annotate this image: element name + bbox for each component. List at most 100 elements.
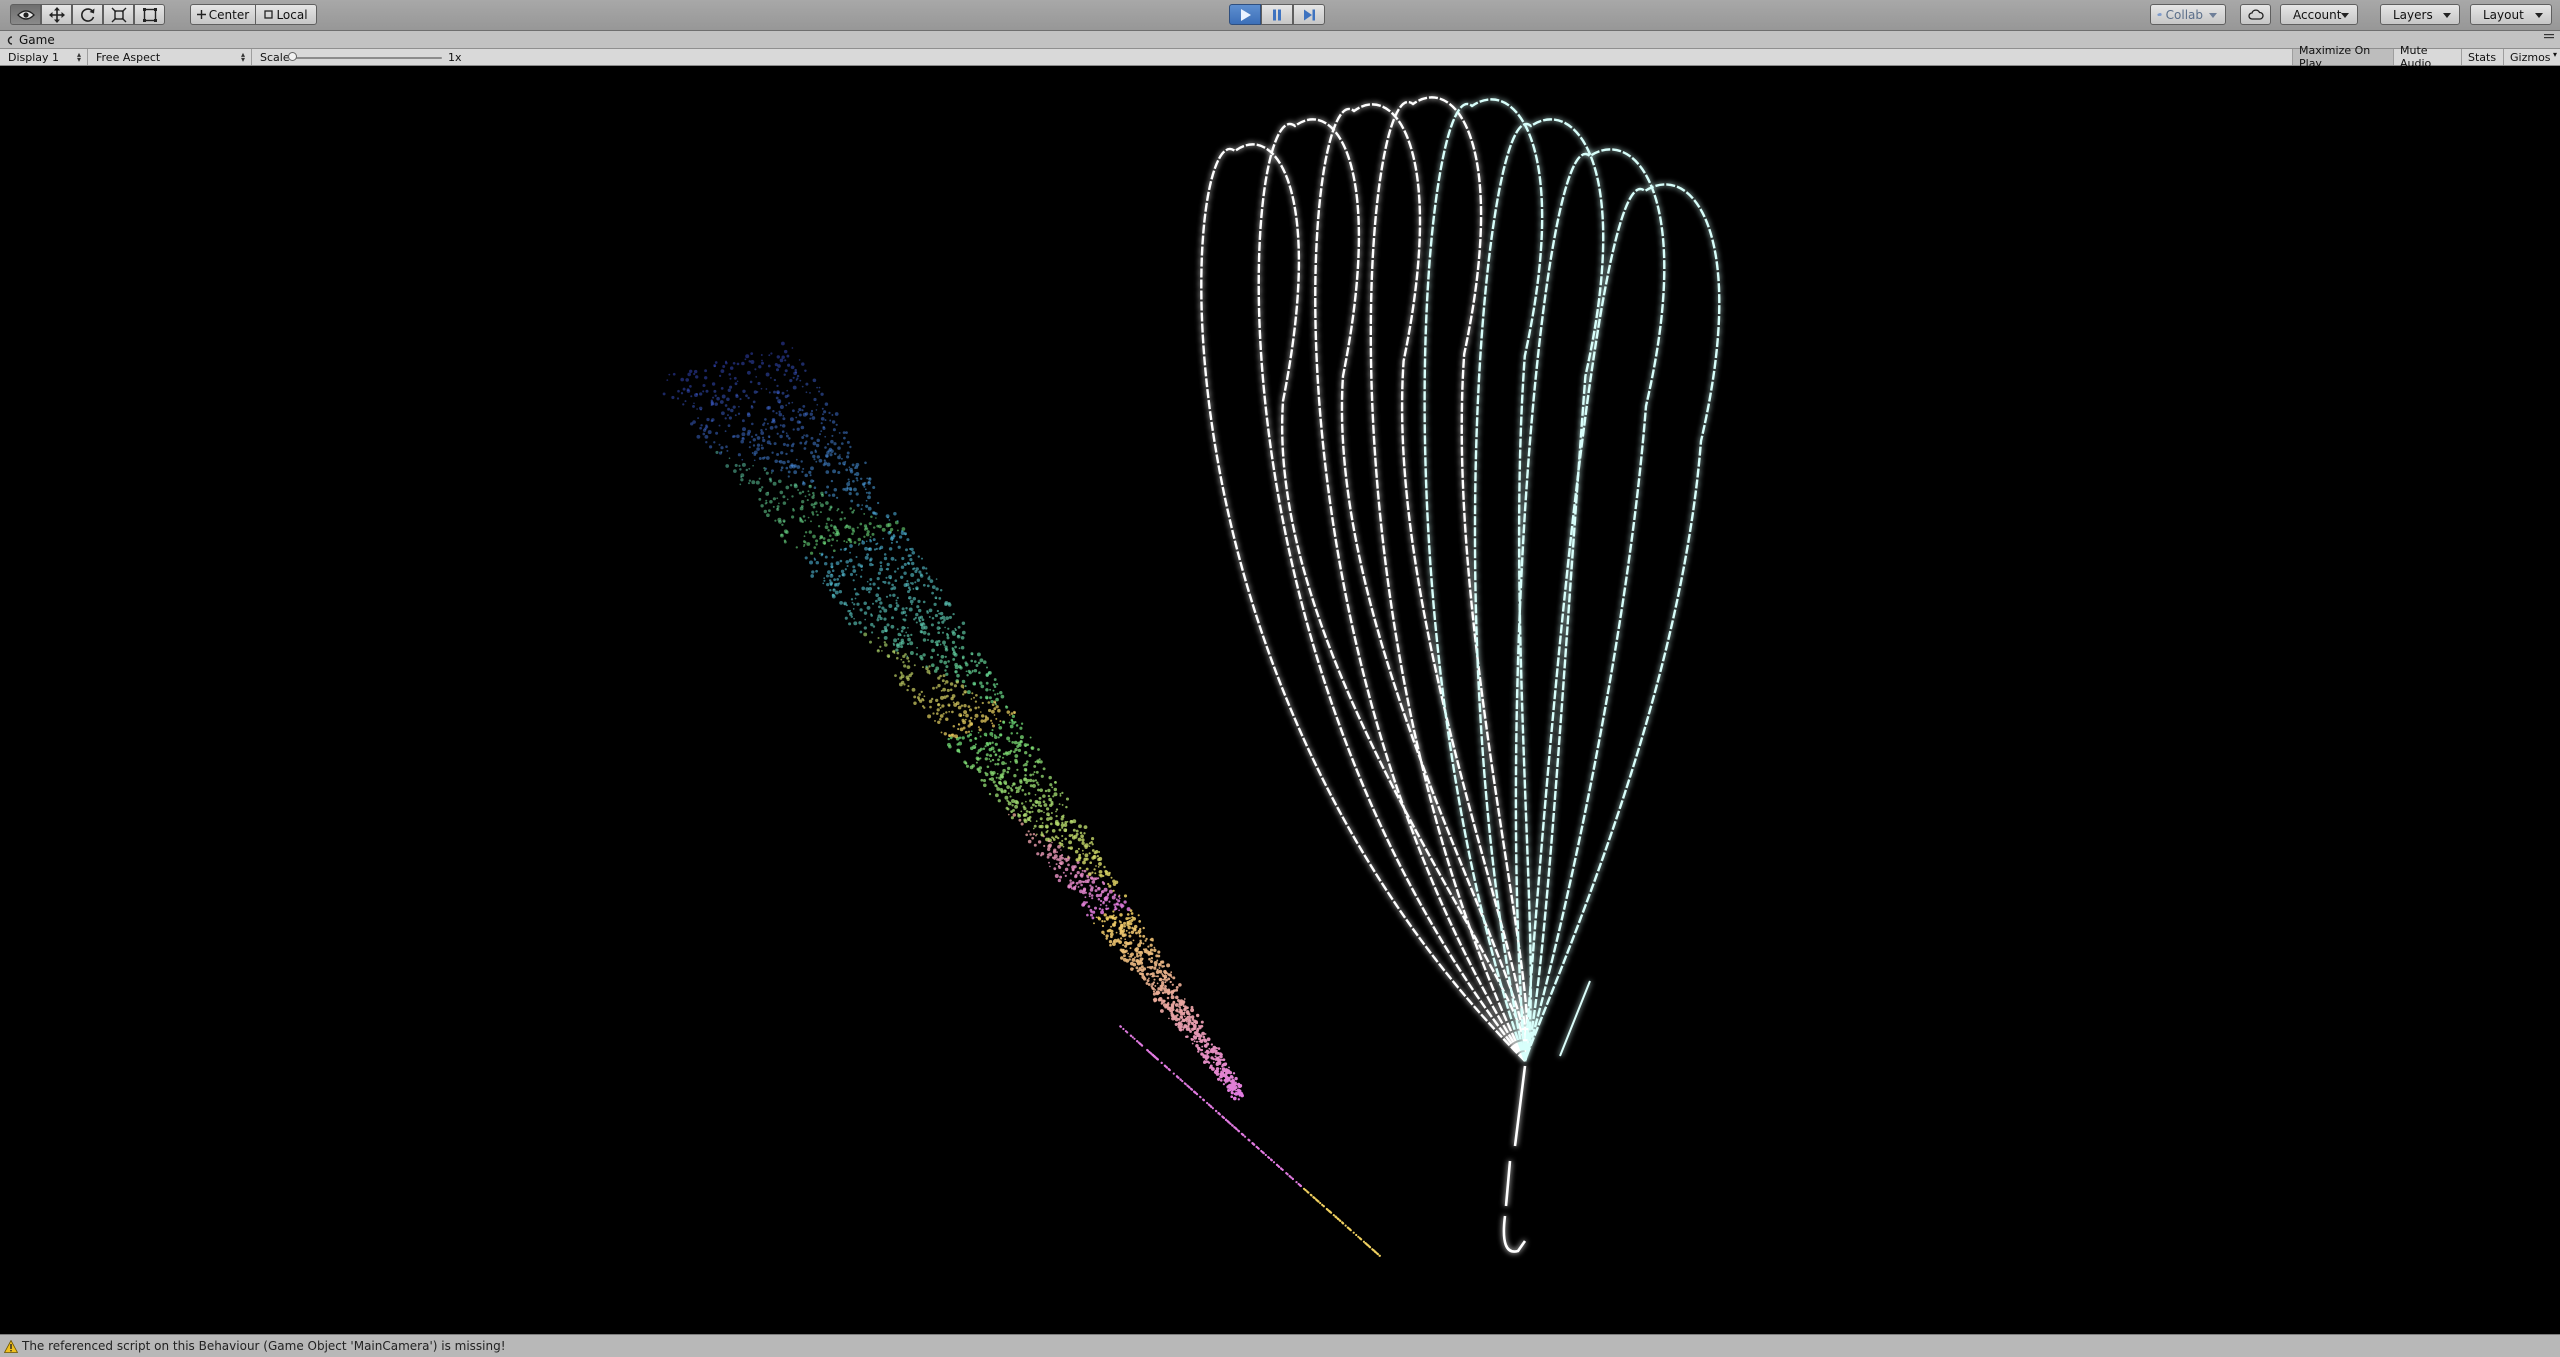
fan-particle	[823, 461, 828, 465]
scale-tool-button[interactable]	[103, 4, 134, 25]
game-viewport[interactable]	[0, 66, 2560, 1334]
cloud-button[interactable]	[2240, 4, 2271, 25]
fan-particle	[994, 735, 998, 740]
fan-particle	[970, 730, 973, 733]
fan-particle	[1120, 948, 1125, 953]
fan-particle	[852, 569, 857, 573]
gizmos-dropdown[interactable]: Gizmos ▾	[2503, 49, 2560, 65]
fan-particle	[769, 479, 773, 483]
fan-particle	[833, 442, 837, 446]
fan-particle	[1097, 897, 1101, 901]
fan-particle	[780, 451, 784, 455]
fan-particle	[1061, 815, 1064, 818]
move-tool-button[interactable]	[41, 4, 72, 25]
fan-particle	[1013, 750, 1016, 754]
pivot-center-button[interactable]: Center	[190, 4, 256, 25]
fan-particle	[825, 470, 830, 474]
fan-particle	[956, 748, 961, 753]
fan-particle	[895, 602, 898, 605]
play-button[interactable]	[1229, 4, 1261, 25]
game-view-controls: Display 1 ▴ ▾ Free Aspect ▴ ▾ Scale 1x Max…	[0, 44, 2560, 70]
fan-particle	[1297, 1182, 1300, 1186]
fan-particle	[851, 510, 855, 514]
fan-particle	[890, 536, 894, 541]
layers-dropdown[interactable]: Layers	[2380, 4, 2460, 25]
particle-scene	[662, 96, 1721, 1257]
fan-particle	[944, 655, 947, 658]
fan-particle	[791, 401, 794, 404]
fan-particle	[1005, 705, 1008, 708]
fan-particle	[917, 599, 921, 604]
fan-particle	[792, 385, 797, 390]
fan-particle	[760, 446, 764, 450]
pause-button[interactable]	[1261, 4, 1293, 25]
fan-particle	[782, 417, 786, 421]
fan-particle	[1058, 803, 1061, 806]
fan-particle	[786, 354, 790, 358]
tab-game[interactable]: Game	[6, 32, 55, 48]
fan-particle	[974, 743, 977, 746]
fan-particle	[1201, 1045, 1204, 1048]
fan-particle	[854, 467, 856, 469]
rotate-tool-button[interactable]	[72, 4, 103, 25]
fan-particle	[783, 373, 786, 376]
fan-particle	[765, 388, 768, 390]
scale-slider-track[interactable]	[292, 57, 442, 59]
fan-particle	[1315, 1198, 1318, 1201]
fan-particle	[979, 735, 982, 738]
fan-particle	[975, 664, 979, 667]
layout-dropdown[interactable]: Layout	[2470, 4, 2552, 25]
fan-particle	[1153, 997, 1158, 1002]
pivot-local-button[interactable]: Local	[255, 4, 317, 25]
fan-particle	[969, 738, 973, 742]
fan-particle	[937, 703, 941, 707]
fan-particle	[1329, 1210, 1332, 1213]
fan-particle	[1202, 1038, 1207, 1042]
step-button[interactable]	[1293, 4, 1325, 25]
fan-particle	[682, 387, 686, 391]
fan-particle	[865, 587, 870, 591]
fan-particle	[831, 594, 836, 599]
display-dropdown[interactable]: Display 1 ▴ ▾	[0, 49, 88, 65]
stats-toggle[interactable]: Stats	[2461, 49, 2503, 65]
account-dropdown[interactable]: Account	[2280, 4, 2358, 25]
fan-particle	[815, 443, 820, 448]
fan-particle	[889, 577, 892, 580]
maximize-on-play-toggle[interactable]: Maximize On Play	[2292, 44, 2393, 70]
fan-particle	[846, 440, 850, 444]
scale-slider-thumb[interactable]	[288, 52, 297, 61]
fan-particle	[997, 758, 1000, 762]
rect-tool-button[interactable]	[134, 4, 165, 25]
fan-particle	[1130, 967, 1134, 971]
fan-particle	[903, 634, 906, 637]
fan-particle	[1142, 942, 1145, 945]
fan-particle	[830, 582, 833, 586]
fan-particle	[985, 666, 989, 669]
fan-particle	[999, 733, 1003, 737]
console-status-bar[interactable]: The referenced script on this Behaviour …	[0, 1334, 2560, 1357]
fan-particle	[989, 760, 992, 763]
fan-particle	[1190, 1021, 1194, 1025]
fan-particle	[942, 687, 946, 692]
mute-audio-toggle[interactable]: Mute Audio	[2393, 44, 2461, 70]
collab-dropdown[interactable]: Collab	[2150, 4, 2226, 25]
fan-particle	[912, 567, 915, 571]
fan-particle	[709, 445, 713, 449]
fan-particle	[1079, 853, 1081, 856]
fan-particle	[770, 352, 773, 355]
fan-particle	[939, 659, 943, 664]
fan-particle	[1112, 910, 1115, 913]
fan-particle	[1123, 940, 1128, 945]
fan-particle	[1042, 767, 1046, 771]
fan-particle	[768, 354, 771, 357]
fan-particle	[815, 510, 818, 513]
fan-particle	[826, 582, 830, 587]
fan-particle	[830, 506, 833, 509]
tab-menu-icon[interactable]	[2544, 34, 2554, 42]
view-tool-button[interactable]	[10, 4, 41, 25]
fan-particle	[1103, 865, 1106, 869]
fan-particle	[1268, 1156, 1271, 1159]
aspect-dropdown[interactable]: Free Aspect ▴ ▾	[88, 49, 252, 65]
fan-particle	[858, 621, 862, 625]
fan-particle	[829, 453, 833, 457]
